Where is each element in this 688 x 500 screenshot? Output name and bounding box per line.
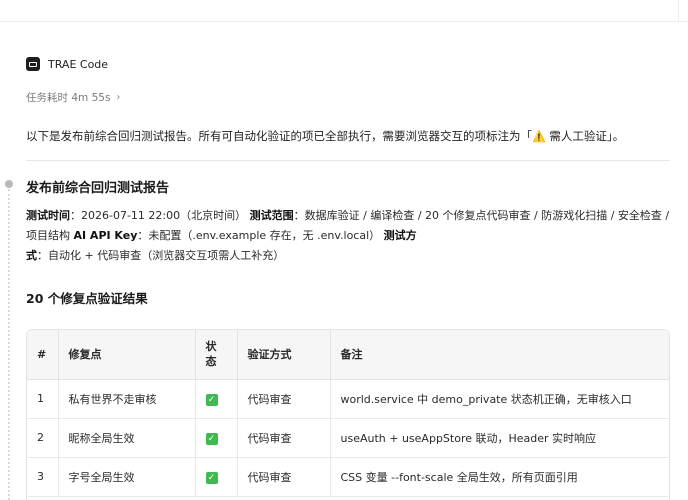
row-num: 1 [27, 379, 59, 419]
meta-value-time: ：2026-07-11 22:00（北京时间） [70, 209, 250, 222]
report-meta: 测试时间：2026-07-11 22:00（北京时间） 测试范围：数据库验证 /… [26, 206, 670, 266]
row-status: ✓ [195, 418, 238, 458]
table-header-row: # 修复点 状态 验证方式 备注 [27, 330, 669, 380]
row-num: 2 [27, 418, 59, 458]
meta-value-apikey: ：未配置（.env.example 存在，无 .env.local） [137, 229, 384, 242]
fix-section-title: 20 个修复点验证结果 [26, 291, 148, 306]
checkmark-icon: ✓ [205, 393, 218, 406]
row-status: ✓ [195, 379, 238, 419]
chevron-right-icon: › [116, 92, 121, 103]
agent-header: TRAE Code [26, 57, 108, 71]
meta-key-time: 测试时间 [26, 209, 70, 222]
column-header-status: 状态 [195, 330, 238, 380]
timeline-gutter [5, 180, 13, 500]
fix-results-table: # 修复点 状态 验证方式 备注 1 私有世界不走审核 ✓ 代码审查 world… [26, 329, 670, 500]
agent-name: TRAE Code [48, 57, 109, 71]
row-note: useAuth + useAppStore 联动，Header 实时响应 [330, 418, 669, 458]
intro-after: 」。 [606, 129, 625, 143]
intro-before: 以下是发布前综合回归测试报告。所有可自动化验证的项已全部执行，需要浏览器交互的项… [26, 129, 532, 143]
intro-text: 以下是发布前综合回归测试报告。所有可自动化验证的项已全部执行，需要浏览器交互的项… [26, 128, 676, 144]
table-row: 3 字号全局生效 ✓ 代码审查 CSS 变量 --font-scale 全局生效… [27, 457, 669, 497]
table-row: 2 昵称全局生效 ✓ 代码审查 useAuth + useAppStore 联动… [27, 418, 669, 458]
top-bar-right-edge [678, 0, 688, 22]
meta-key-apikey: AI API Key [73, 229, 138, 242]
report-title: 发布前综合回归测试报告 [26, 181, 170, 196]
row-item: 字号全局生效 [58, 457, 196, 497]
meta-value-method: ：自动化 + 代码审查（浏览器交互项需人工补充） [37, 249, 285, 262]
terminal-icon [26, 57, 40, 71]
task-duration-toggle[interactable]: 任务耗时 4m 55s › [26, 90, 120, 105]
row-method: 代码审查 [237, 457, 331, 497]
row-method: 代码审查 [237, 379, 331, 419]
column-header-num: # [27, 330, 59, 380]
checkmark-icon: ✓ [205, 432, 218, 445]
row-note: CSS 变量 --font-scale 全局生效，所有页面引用 [330, 457, 669, 497]
warning-icon: ⚠️ [532, 130, 546, 143]
checkmark-icon: ✓ [205, 471, 218, 484]
table-row: 1 私有世界不走审核 ✓ 代码审查 world.service 中 demo_p… [27, 379, 669, 419]
column-header-status-label: 状态 [205, 340, 217, 369]
meta-key-scope: 测试范围 [249, 209, 294, 222]
intro-highlight: 需人工验证 [545, 129, 607, 143]
row-item: 私有世界不走审核 [58, 379, 196, 419]
top-bar [0, 0, 688, 22]
row-num: 3 [27, 457, 59, 497]
timeline-line [8, 189, 10, 500]
row-method: 代码审查 [237, 418, 331, 458]
task-duration-label: 任务耗时 4m 55s [26, 92, 111, 104]
column-header-note: 备注 [330, 330, 669, 380]
divider [26, 160, 670, 161]
row-note: world.service 中 demo_private 状态机正确，无审核入口 [330, 379, 669, 419]
timeline-dot [5, 180, 13, 188]
row-item: 昵称全局生效 [58, 418, 196, 458]
row-status: ✓ [195, 457, 238, 497]
column-header-method: 验证方式 [237, 330, 331, 380]
column-header-item: 修复点 [58, 330, 196, 380]
